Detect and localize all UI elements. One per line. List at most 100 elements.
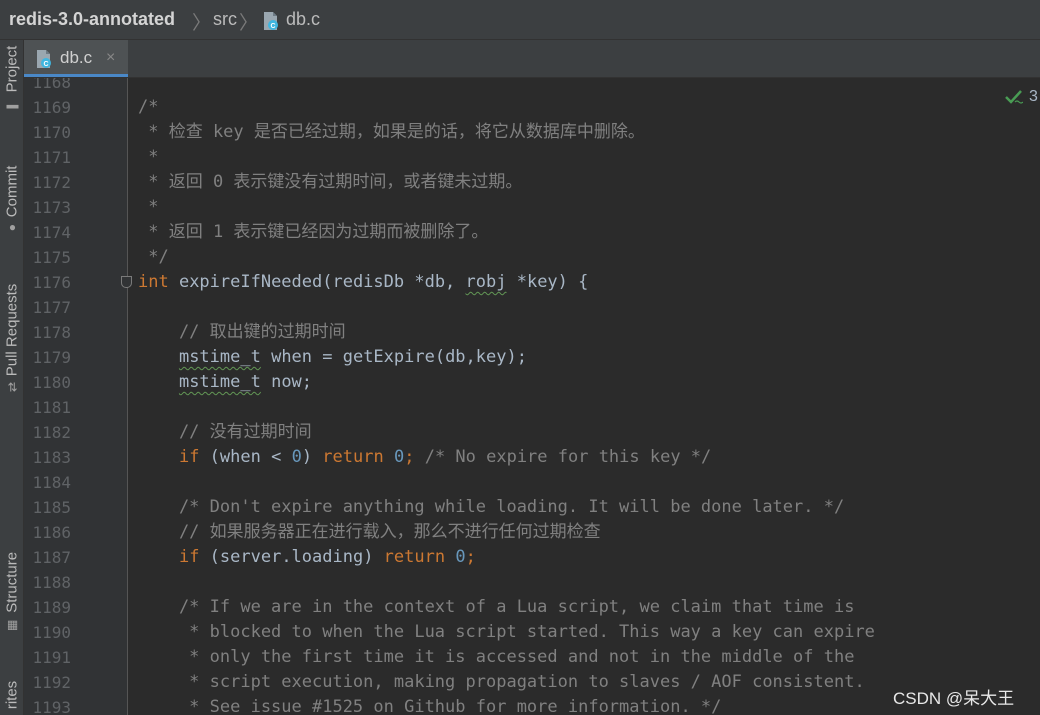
code-token: mstime_t (178, 347, 261, 367)
code-line: * 返回 0 表示键没有过期时间，或者键未过期。 (138, 172, 523, 192)
code-token: ) (301, 447, 323, 467)
line-number: 1169 (32, 98, 71, 117)
line-number: 1190 (32, 623, 71, 642)
inspection-count: 3 (1029, 88, 1038, 105)
line-number: 1189 (32, 598, 71, 617)
project-tool-label: Project (3, 45, 21, 93)
line-number: 1173 (32, 198, 71, 217)
line-number: 1193 (32, 698, 71, 715)
comment: /* No expire for this key */ (414, 447, 712, 467)
code-line: int expireIfNeeded(redisDb *db, robj *ke… (138, 270, 588, 295)
chevron-right-icon: 〉 (239, 13, 259, 34)
code-line: * See issue #1525 on Github for more inf… (138, 697, 722, 715)
code-line: mstime_t when = getExpire(db,key); (138, 345, 527, 370)
line-number: 1187 (32, 548, 71, 567)
code-token: now; (260, 372, 313, 392)
code-line: /* If we are in the context of a Lua scr… (138, 597, 855, 617)
tab-label: db.c (60, 48, 93, 67)
code-line: * (138, 147, 159, 167)
commit-tool-label: Commit (3, 165, 21, 218)
chevron-right-icon: 〉 (192, 13, 212, 34)
line-number: 1178 (32, 323, 71, 342)
line-number: 1170 (32, 123, 71, 142)
favorites-tool-tab[interactable]: rites (4, 681, 21, 709)
code-line: mstime_t now; (138, 370, 312, 395)
project-tool-tab[interactable]: ▬ Project (3, 45, 21, 112)
code-line: * script execution, making propagation t… (138, 672, 865, 692)
number-literal: 0 (455, 547, 466, 567)
keyword: return (383, 547, 446, 567)
structure-tool-label: Structure (3, 551, 21, 613)
pull-requests-tool-label: Pull Requests (3, 283, 21, 377)
line-number: 1177 (32, 298, 71, 317)
code-token: expireIfNeeded(redisDb *db, (168, 272, 466, 292)
line-number: 1188 (32, 573, 71, 592)
code-line: * (138, 197, 159, 217)
svg-text:C: C (270, 23, 275, 30)
code-line: */ (138, 247, 169, 267)
commit-tool-tab[interactable]: ● Commit (3, 165, 21, 234)
structure-tool-tab[interactable]: ▦ Structure (3, 551, 21, 632)
code-token: (server.loading) (199, 547, 384, 567)
line-number: 1174 (32, 223, 71, 242)
pull-request-icon: ⇅ (6, 380, 18, 395)
code-line: * blocked to when the Lua script started… (138, 622, 875, 642)
line-number: 1168 (32, 78, 71, 92)
tool-window-strip: ▬ Project ● Commit ⇅ Pull Requests ▦ Str… (0, 40, 24, 715)
breadcrumb-folder[interactable]: src (213, 9, 237, 30)
line-number: 1184 (32, 473, 71, 492)
code-line: // 如果服务器正在进行载入，那么不进行任何过期检查 (138, 522, 601, 542)
line-number: 1172 (32, 173, 71, 192)
line-number: 1186 (32, 523, 71, 542)
code-token: ; (465, 547, 476, 567)
breadcrumb-file[interactable]: db.c (286, 9, 320, 30)
line-number: 1181 (32, 398, 71, 417)
close-icon[interactable]: × (106, 49, 115, 67)
code-line: * only the first time it is accessed and… (138, 647, 855, 667)
code-editor[interactable]: /* * 检查 key 是否已经过期，如果是的话，将它从数据库中删除。 * * … (128, 78, 1040, 715)
line-number: 1192 (32, 673, 71, 692)
line-number: 1180 (32, 373, 71, 392)
check-icon (1005, 90, 1023, 104)
code-line: if (when < 0) return 0; /* No expire for… (138, 445, 711, 470)
svg-text:C: C (43, 61, 48, 68)
number-literal: 0 (393, 447, 405, 467)
line-number: 1183 (32, 448, 71, 467)
code-line: /* Don't expire anything while loading. … (138, 497, 845, 517)
line-number-gutter: 1168 1169 1170 1171 1172 1173 1174 1175 … (24, 78, 128, 715)
code-token: when = getExpire(db,key); (260, 347, 527, 367)
line-number: 1182 (32, 423, 71, 442)
structure-icon: ▦ (6, 617, 18, 632)
code-token: mstime_t (178, 372, 261, 392)
c-file-icon: C (37, 50, 51, 68)
code-line: if (server.loading) return 0; (138, 545, 476, 570)
breadcrumb-project[interactable]: redis-3.0-annotated (9, 9, 175, 30)
keyword: return (322, 447, 384, 467)
navigation-bar: redis-3.0-annotated 〉 src 〉 C db.c (0, 0, 1040, 40)
tab-db-c[interactable]: C db.c × (24, 40, 128, 77)
line-number: 1185 (32, 498, 71, 517)
line-number: 1175 (32, 248, 71, 267)
keyword: int (138, 272, 169, 292)
keyword: if (178, 447, 200, 467)
inspection-widget[interactable]: 3 (1005, 88, 1038, 106)
line-number: 1191 (32, 648, 71, 667)
line-number: 1176 (32, 273, 71, 292)
commit-icon: ● (8, 219, 16, 234)
c-file-icon: C (264, 12, 278, 30)
watermark: CSDN @呆大王 (893, 689, 1015, 708)
code-line: * 检查 key 是否已经过期，如果是的话，将它从数据库中删除。 (138, 122, 645, 142)
code-token: ; (404, 447, 415, 467)
editor-tab-bar: C db.c × (24, 40, 1040, 78)
folder-icon: ▬ (6, 97, 18, 112)
favorites-tool-label: rites (3, 680, 21, 710)
code-line: // 没有过期时间 (138, 422, 312, 442)
pull-requests-tool-tab[interactable]: ⇅ Pull Requests (3, 283, 21, 395)
line-number: 1171 (32, 148, 71, 167)
number-literal: 0 (291, 447, 302, 467)
